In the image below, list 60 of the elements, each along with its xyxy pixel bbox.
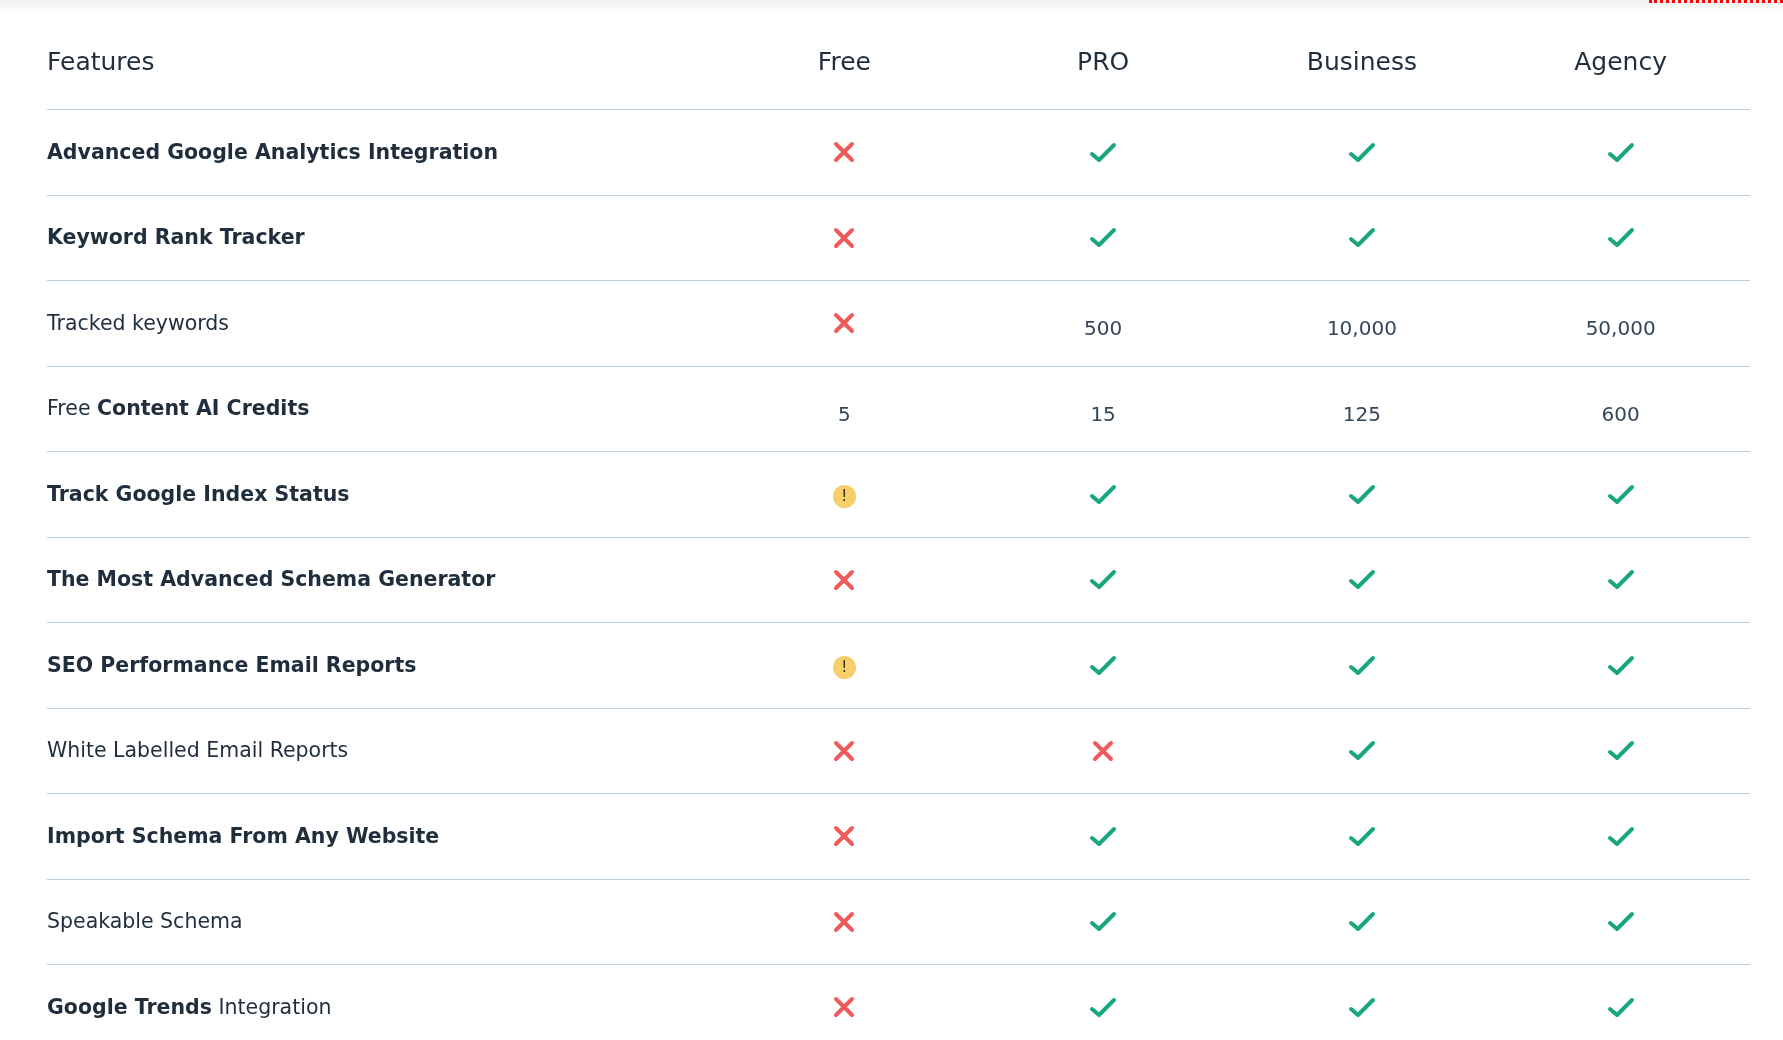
check-icon: [1347, 740, 1376, 762]
check-icon: [1089, 569, 1118, 591]
check-icon: [1347, 569, 1376, 591]
check-icon: [1347, 911, 1376, 933]
cross-icon: [833, 226, 856, 249]
cross-icon: [833, 910, 856, 933]
feature-label: Google Trends Integration: [47, 993, 333, 1021]
cross-icon: [833, 568, 856, 591]
cross-icon: [1092, 739, 1115, 762]
check-icon: [1606, 911, 1635, 933]
value-text: 50,000: [1585, 315, 1656, 343]
feature-label: Advanced Google Analytics Integration: [47, 138, 499, 166]
warning-icon: !: [832, 485, 856, 509]
check-icon: [1606, 654, 1635, 676]
column-header: Free: [817, 45, 871, 78]
cross-icon: [833, 312, 856, 335]
check-icon: [1347, 996, 1376, 1018]
feature-label: Speakable Schema: [47, 908, 244, 936]
check-icon: [1347, 483, 1376, 505]
feature-label: Keyword Rank Tracker: [47, 224, 306, 252]
column-header: Business: [1306, 45, 1417, 78]
value-text: 500: [1084, 315, 1123, 343]
value-text: 15: [1090, 400, 1116, 428]
check-icon: [1089, 911, 1118, 933]
feature-label: SEO Performance Email Reports: [47, 651, 418, 679]
cross-icon: [833, 996, 856, 1019]
check-icon: [1606, 996, 1635, 1018]
check-icon: [1089, 996, 1118, 1018]
value-text: 10,000: [1326, 315, 1397, 343]
check-icon: [1089, 483, 1118, 505]
value-text: 125: [1342, 400, 1381, 428]
check-icon: [1089, 227, 1118, 249]
check-icon: [1606, 483, 1635, 505]
column-header: Agency: [1574, 45, 1667, 78]
check-icon: [1347, 654, 1376, 676]
value-text: 600: [1601, 400, 1640, 428]
check-icon: [1606, 141, 1635, 163]
check-icon: [1089, 141, 1118, 163]
check-icon: [1347, 141, 1376, 163]
column-header: Features: [47, 45, 156, 78]
cross-icon: [833, 825, 856, 848]
check-icon: [1089, 825, 1118, 847]
check-icon: [1606, 825, 1635, 847]
feature-label: Tracked keywords: [47, 309, 230, 337]
value-text: 5: [838, 400, 851, 428]
cross-icon: [833, 739, 856, 762]
feature-label: Track Google Index Status: [47, 480, 351, 508]
column-header: PRO: [1077, 45, 1130, 78]
check-icon: [1606, 569, 1635, 591]
check-icon: [1089, 654, 1118, 676]
check-icon: [1606, 227, 1635, 249]
feature-label: Free Content AI Credits: [47, 395, 311, 423]
check-icon: [1606, 740, 1635, 762]
cross-icon: [833, 141, 856, 164]
feature-label: The Most Advanced Schema Generator: [47, 566, 497, 594]
feature-label: White Labelled Email Reports: [47, 737, 350, 765]
check-icon: [1347, 227, 1376, 249]
check-icon: [1347, 825, 1376, 847]
warning-icon: !: [832, 656, 856, 680]
feature-label: Import Schema From Any Website: [47, 822, 441, 850]
